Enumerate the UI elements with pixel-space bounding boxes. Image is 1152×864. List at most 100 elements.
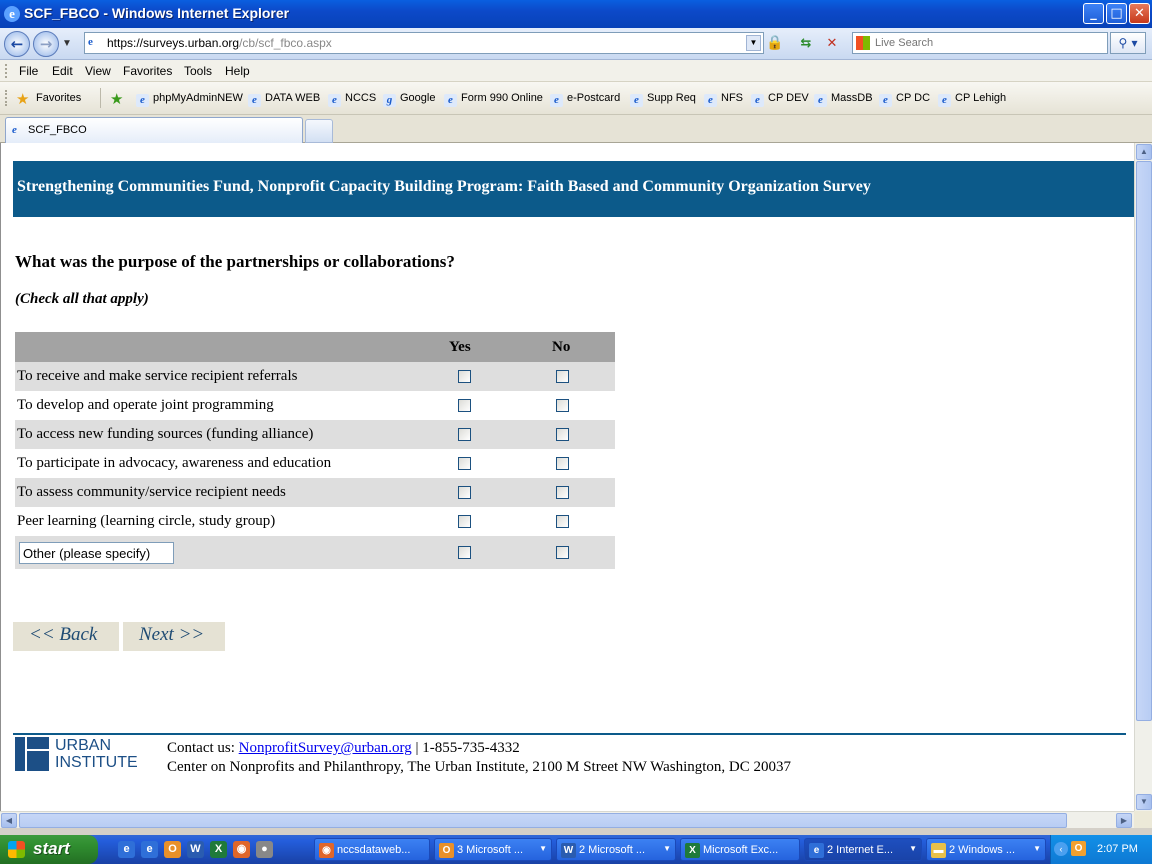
menu-favorites[interactable]: Favorites [123,64,172,78]
scroll-left-icon[interactable]: ◀ [1,813,17,828]
toolbar-grip[interactable] [5,90,8,106]
new-tab-button[interactable] [305,119,333,143]
urban-institute-logo [15,737,49,771]
page-icon: e [328,94,341,107]
outlook-tray-icon[interactable]: O [1071,841,1086,856]
taskbar-item[interactable]: O3 Microsoft ... ▼ [434,838,552,861]
favorite-link[interactable]: e NFS [704,92,743,107]
grid-row: To assess community/service recipient ne… [15,478,615,507]
menu-help[interactable]: Help [225,64,250,78]
window-title-bar[interactable]: e SCF_FBCO - Windows Internet Explorer _… [0,0,1152,28]
search-button[interactable]: ⚲ ▾ [1110,32,1146,54]
favorites-button[interactable]: Favorites [36,92,81,104]
excel-icon: X [685,843,700,858]
lock-icon[interactable]: 🔒 [766,34,786,52]
back-nav-button[interactable]: ← [4,31,30,57]
favorite-link[interactable]: e MassDB [814,92,873,107]
search-input[interactable] [875,35,1103,51]
favorite-link[interactable]: e e-Postcard [550,92,620,107]
forward-nav-button[interactable]: → [33,31,59,57]
vertical-scrollbar[interactable]: ▲ ▼ [1134,143,1152,813]
ie-quicklaunch-icon[interactable]: e [141,841,158,858]
taskbar-item[interactable]: ◉ nccsdataweb... [314,838,430,861]
start-button[interactable]: start [0,835,98,864]
row-label: To receive and make service recipient re… [17,368,298,384]
next-button[interactable]: Next >> [123,622,225,651]
maximize-button[interactable]: □ [1106,3,1127,24]
horizontal-scrollbar[interactable]: ◀ ▶ [0,811,1134,828]
media-quicklaunch-icon[interactable]: ● [256,841,273,858]
favorite-link[interactable]: e CP DC [879,92,930,107]
history-dropdown-icon[interactable]: ▼ [62,38,72,49]
other-specify-input[interactable] [19,542,174,564]
excel-quicklaunch-icon[interactable]: X [210,841,227,858]
ie-quicklaunch-icon[interactable]: e [118,841,135,858]
favorite-link[interactable]: e NCCS [328,92,376,107]
yes-checkbox[interactable] [458,546,471,559]
yes-checkbox[interactable] [458,428,471,441]
taskbar: start e e O W X ◉ ● ◉ nccsdataweb... O3 M… [0,835,1152,864]
ie-icon: e [809,843,824,858]
yes-checkbox[interactable] [458,399,471,412]
contact-line: Contact us: NonprofitSurvey@urban.org | … [167,740,520,756]
stop-icon[interactable]: ✕ [822,34,842,54]
close-button[interactable]: ✕ [1129,3,1150,24]
yes-checkbox[interactable] [458,515,471,528]
menu-tools[interactable]: Tools [184,64,212,78]
firefox-quicklaunch-icon[interactable]: ◉ [233,841,250,858]
scroll-thumb[interactable] [1136,161,1152,721]
menu-view[interactable]: View [85,64,111,78]
favorite-link[interactable]: e Form 990 Online [444,92,543,107]
no-checkbox[interactable] [556,428,569,441]
firefox-icon: ◉ [319,843,334,858]
taskbar-item[interactable]: W2 Microsoft ... ▼ [556,838,676,861]
row-label: To access new funding sources (funding a… [17,426,314,442]
toolbar-grip[interactable] [5,64,8,78]
no-checkbox[interactable] [556,399,569,412]
scroll-up-icon[interactable]: ▲ [1136,144,1152,160]
no-checkbox[interactable] [556,515,569,528]
taskbar-item[interactable]: e2 Internet E... ▼ [804,838,922,861]
back-button[interactable]: << Back [13,622,119,651]
favorite-link[interactable]: e CP Lehigh [938,92,1006,107]
favorite-link[interactable]: e CP DEV [751,92,809,107]
favorite-link[interactable]: e phpMyAdminNEW [136,92,243,107]
row-label: Peer learning (learning circle, study gr… [17,513,276,529]
menu-edit[interactable]: Edit [52,64,73,78]
address-field[interactable]: e https://surveys.urban.org/cb/scf_fbco.… [84,32,764,54]
window-title: SCF_FBCO - Windows Internet Explorer [24,5,290,21]
taskbar-item[interactable]: X Microsoft Exc... [680,838,800,861]
taskbar-item[interactable]: ▬ 2 Windows ... ▼ [926,838,1046,861]
no-checkbox[interactable] [556,370,569,383]
favorite-link[interactable]: g Google [383,92,435,107]
outlook-quicklaunch-icon[interactable]: O [164,841,181,858]
no-checkbox[interactable] [556,486,569,499]
word-quicklaunch-icon[interactable]: W [187,841,204,858]
scroll-thumb[interactable] [19,813,1067,828]
tray-expand-icon[interactable]: ‹ [1054,842,1068,856]
yes-checkbox[interactable] [458,457,471,470]
no-checkbox[interactable] [556,546,569,559]
minimize-button[interactable]: _ [1083,3,1104,24]
refresh-icon[interactable]: ⇆ [796,34,816,54]
column-yes: Yes [449,339,471,355]
favorites-star-icon[interactable]: ★ [16,90,29,108]
yes-checkbox[interactable] [458,370,471,383]
no-checkbox[interactable] [556,457,569,470]
page-icon: e [751,94,764,107]
separator [100,88,101,108]
yes-checkbox[interactable] [458,486,471,499]
search-box[interactable] [852,32,1108,54]
menu-file[interactable]: File [19,64,38,78]
clock[interactable]: 2:07 PM [1097,843,1138,855]
address-dropdown-icon[interactable]: ▼ [746,35,761,51]
scroll-right-icon[interactable]: ▶ [1116,813,1132,828]
tab-scf-fbco[interactable]: e SCF_FBCO [5,117,303,143]
contact-email-link[interactable]: NonprofitSurvey@urban.org [239,740,412,756]
row-label: To assess community/service recipient ne… [17,484,286,500]
scroll-down-icon[interactable]: ▼ [1136,794,1152,810]
favorite-link[interactable]: e DATA WEB [248,92,320,107]
grid-row: To participate in advocacy, awareness an… [15,449,615,478]
favorite-link[interactable]: e Supp Req [630,92,696,107]
add-favorite-icon[interactable]: ★ [110,90,123,108]
